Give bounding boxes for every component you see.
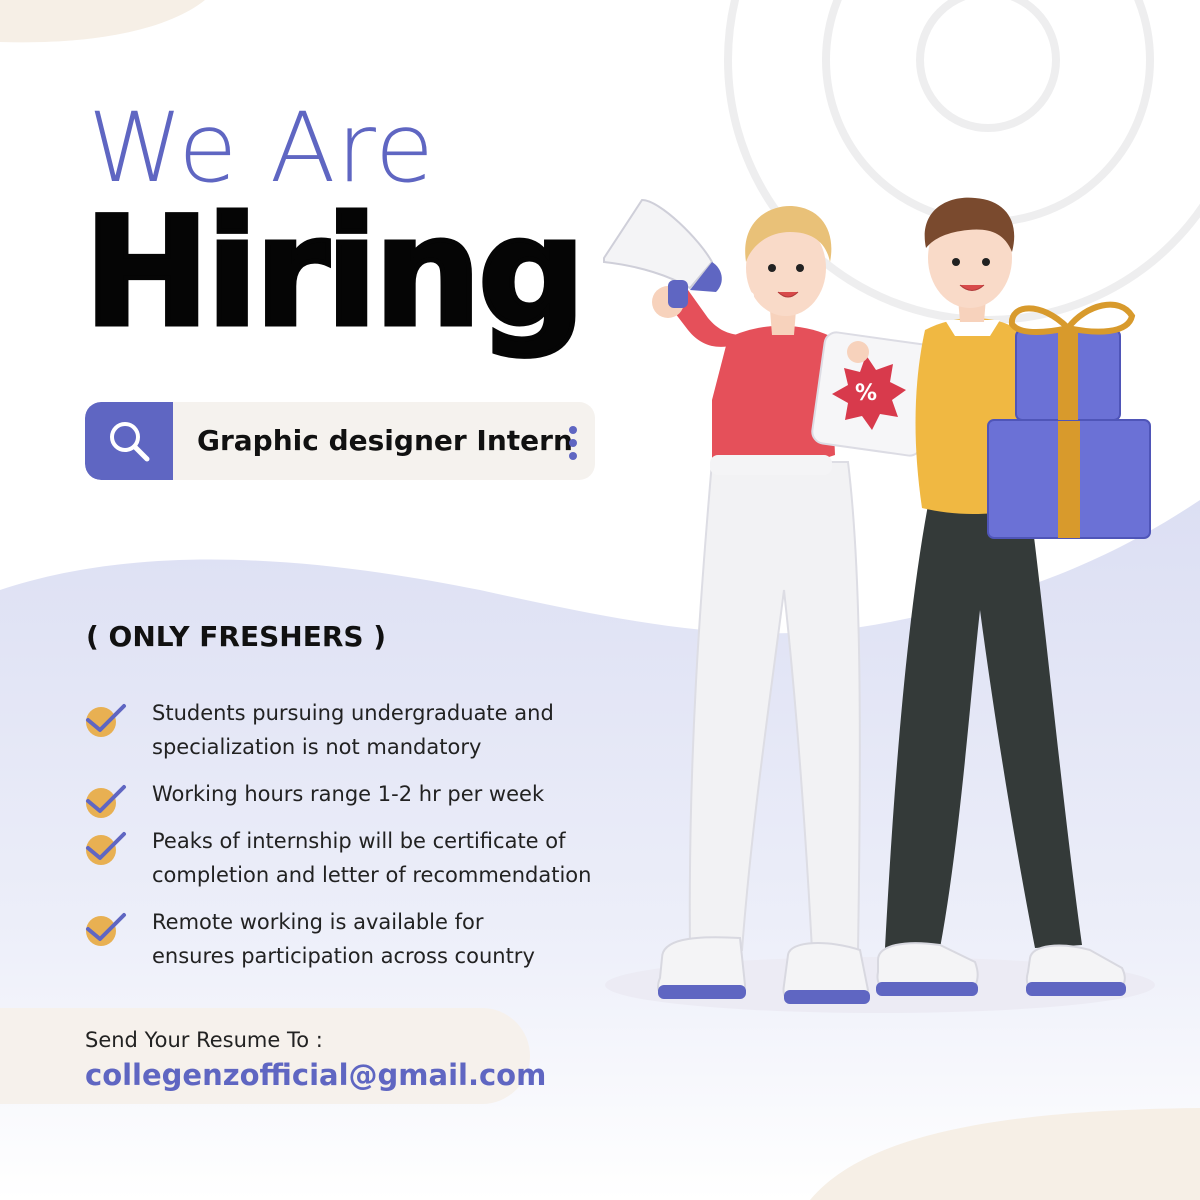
requirement-text: Students pursuing undergraduate and spec… [152, 701, 554, 759]
contact-label: Send Your Resume To : [85, 1028, 323, 1052]
headline-hiring: Hiring [82, 186, 589, 360]
requirement-item: Students pursuing undergraduate and spec… [84, 696, 624, 764]
discount-percent-label: % [855, 381, 877, 406]
check-icon [86, 913, 126, 946]
search-query: Graphic designer Intern [197, 424, 573, 457]
check-icon [86, 832, 126, 865]
woman-trousers [688, 461, 861, 951]
woman-figure [652, 205, 870, 1004]
check-icon [86, 785, 126, 818]
requirement-text: Peaks of internship will be certificate … [152, 829, 592, 887]
requirement-text: Remote working is available for ensures … [152, 910, 535, 968]
requirements-list: Students pursuing undergraduate and spec… [84, 696, 624, 986]
corner-blob-top-left [0, 0, 205, 43]
search-bar[interactable]: Graphic designer Intern [85, 402, 595, 480]
eligibility-note: ( ONLY FRESHERS ) [86, 620, 387, 653]
contact-email-link[interactable]: collegenzofficial@gmail.com [85, 1058, 546, 1092]
requirement-item: Remote working is available for ensures … [84, 905, 624, 973]
man-figure [876, 197, 1126, 996]
headline-we-are: We Are [88, 92, 435, 204]
gift-bow [1009, 301, 1136, 335]
search-button[interactable] [85, 402, 173, 480]
requirement-item: Working hours range 1-2 hr per week [84, 777, 624, 818]
requirement-item: Peaks of internship will be certificate … [84, 824, 624, 892]
requirement-text: Working hours range 1-2 hr per week [152, 782, 545, 806]
hiring-illustration: % [603, 197, 1155, 1013]
search-icon [110, 422, 150, 462]
man-trousers [885, 505, 1082, 948]
more-vertical-icon[interactable] [567, 426, 579, 462]
check-icon [86, 704, 126, 737]
